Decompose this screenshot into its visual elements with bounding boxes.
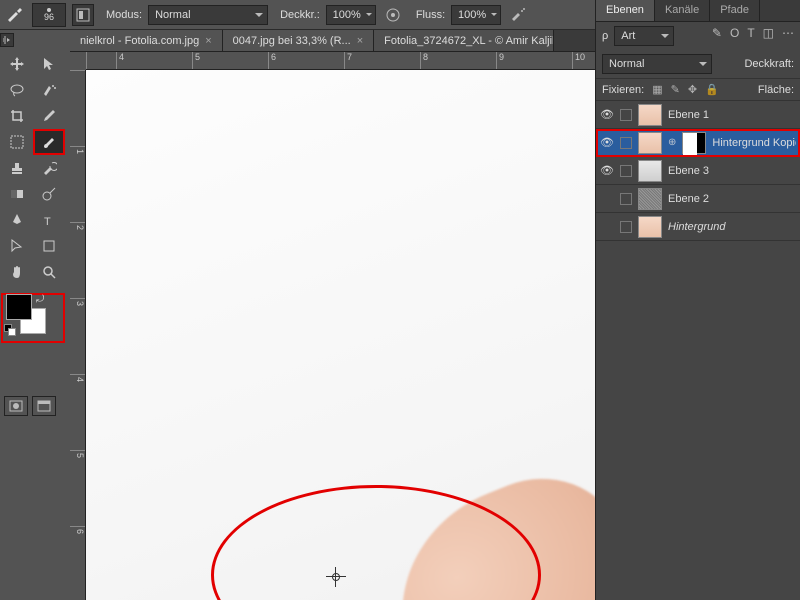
layer-checkbox[interactable] [620,109,632,121]
tab-channels[interactable]: Kanäle [655,0,710,21]
layers-list: 👁 Ebene 1 👁 ⊕ Hintergrund Kopie 👁 Ebene … [596,101,800,600]
layer-row[interactable]: 👁 Ebene 1 [596,101,800,129]
tab-layers[interactable]: Ebenen [596,0,655,21]
lock-position-icon[interactable]: ✥ [688,83,697,96]
opacity-input[interactable]: 100% [326,5,376,25]
tool-preset-icon[interactable] [4,4,26,26]
layer-thumbnail[interactable] [638,216,662,238]
filter-adjust-icon[interactable]: O [730,26,739,40]
document-image [86,70,595,600]
document-tabs: nielkrol - Fotolia.com.jpg× 0047.jpg bei… [70,30,595,52]
brush-preset-picker[interactable]: 96 [32,3,66,27]
layer-thumbnail[interactable] [638,160,662,182]
layer-name[interactable]: Hintergrund Kopie [712,137,796,149]
foreground-color[interactable] [6,294,32,320]
layer-thumbnail[interactable] [638,104,662,126]
layer-row[interactable]: Ebene 2 [596,185,800,213]
airbrush-icon[interactable] [507,4,529,26]
filter-pixel-icon[interactable]: ✎ [712,26,722,40]
canvas[interactable] [86,70,595,600]
precise-cursor-icon [326,567,346,587]
fill-label: Fläche: [758,84,794,96]
image-content [366,453,595,600]
history-brush-tool[interactable] [34,156,64,180]
lock-pixels-icon[interactable]: ✎ [671,83,680,96]
document-tab[interactable]: 0047.jpg bei 33,3% (R...× [223,30,374,51]
svg-text:T: T [44,216,51,228]
layer-thumbnail[interactable] [638,132,662,154]
path-select-tool[interactable] [2,234,32,258]
ruler-vertical[interactable]: 1 2 3 4 5 6 7 [70,70,86,600]
zoom-tool[interactable] [34,260,64,284]
close-icon[interactable]: × [357,35,363,47]
layer-checkbox[interactable] [620,221,632,233]
hand-tool[interactable] [2,260,32,284]
right-panels: Ebenen Kanäle Pfade ρ Art ✎ O T ◫ ⋯ Norm… [595,0,800,600]
toolbox: T ⤾ [0,50,66,420]
brush-size-value: 96 [44,12,54,22]
layer-name[interactable]: Ebene 2 [668,193,796,205]
lock-label: Fixieren: [602,84,644,96]
layer-opacity-label: Deckkraft: [744,58,794,70]
quick-select-tool[interactable] [34,78,64,102]
marquee-tool[interactable] [2,130,32,154]
tab-paths[interactable]: Pfade [710,0,760,21]
move-tool[interactable] [2,52,32,76]
blend-mode-select[interactable]: Normal [148,5,268,25]
screen-mode-icon[interactable] [32,396,56,416]
selection-tool[interactable] [34,52,64,76]
pen-tool[interactable] [2,208,32,232]
layer-row[interactable]: Hintergrund [596,213,800,241]
layer-row[interactable]: 👁 ⊕ Hintergrund Kopie [596,129,800,157]
mask-thumbnail[interactable] [682,132,706,154]
lock-transparency-icon[interactable]: ▦ [652,83,662,96]
shape-tool[interactable] [34,234,64,258]
eyedropper-tool[interactable] [34,104,64,128]
layer-thumbnail[interactable] [638,188,662,210]
crop-tool[interactable] [2,104,32,128]
quick-mask-icon[interactable] [4,396,28,416]
type-tool[interactable]: T [34,208,64,232]
flow-input[interactable]: 100% [451,5,501,25]
lasso-tool[interactable] [2,78,32,102]
swap-colors-icon[interactable]: ⤾ [36,294,44,305]
pressure-opacity-icon[interactable] [382,4,404,26]
layer-name[interactable]: Hintergrund [668,221,796,233]
opacity-label: Deckkr.: [280,9,320,21]
filter-icons: ✎ O T ◫ ⋯ [712,26,794,40]
dodge-tool[interactable] [34,182,64,206]
filter-smart-icon[interactable]: ⋯ [782,26,794,40]
default-colors-icon[interactable] [4,324,16,336]
layer-checkbox[interactable] [620,165,632,177]
visibility-icon[interactable]: 👁 [600,108,614,121]
document-tab[interactable]: Fotolia_3724672_XL - © Amir Kaljikovi [374,30,554,51]
brush-panel-toggle[interactable] [72,4,94,26]
document-tab[interactable]: nielkrol - Fotolia.com.jpg× [70,30,223,51]
layer-name[interactable]: Ebene 3 [668,165,796,177]
flow-label: Fluss: [416,9,445,21]
panel-tabs: Ebenen Kanäle Pfade [596,0,800,22]
mode-label: Modus: [106,9,142,21]
layer-checkbox[interactable] [620,193,632,205]
toolbar-expand-icon[interactable] [0,33,14,47]
stamp-tool[interactable] [2,156,32,180]
kind-icon: ρ [602,30,608,42]
visibility-icon[interactable]: 👁 [600,164,614,177]
brush-tool[interactable] [34,130,64,154]
color-swatches[interactable]: ⤾ [2,294,64,342]
ruler-horizontal[interactable]: 4 5 6 7 8 9 10 11 [86,52,595,70]
visibility-icon[interactable]: 👁 [600,136,614,149]
layer-blend-select[interactable]: Normal [602,54,712,74]
layer-checkbox[interactable] [620,137,632,149]
filter-shape-icon[interactable]: ◫ [763,26,774,40]
layer-kind-filter[interactable]: Art [614,26,674,46]
gradient-tool[interactable] [2,182,32,206]
mask-link-icon[interactable]: ⊕ [668,137,676,148]
close-icon[interactable]: × [205,35,211,47]
layer-row[interactable]: 👁 Ebene 3 [596,157,800,185]
filter-type-icon[interactable]: T [747,26,754,40]
layer-name[interactable]: Ebene 1 [668,109,796,121]
lock-all-icon[interactable]: 🔒 [705,83,719,96]
